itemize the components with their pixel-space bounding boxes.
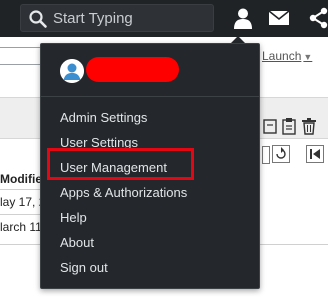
chevron-down-icon: ▼ xyxy=(303,52,313,62)
menu-item-help[interactable]: Help xyxy=(60,210,87,226)
menu-item-sign-out[interactable]: Sign out xyxy=(60,260,108,276)
search-box[interactable]: Start Typing xyxy=(20,4,214,32)
menu-item-apps-authorizations[interactable]: Apps & Authorizations xyxy=(60,185,187,201)
launch-link[interactable]: Launch ▼ xyxy=(262,49,312,63)
row-divider xyxy=(0,214,42,215)
top-bar: Start Typing xyxy=(0,0,328,37)
avatar-icon xyxy=(60,59,84,83)
menu-item-about[interactable]: About xyxy=(60,235,94,251)
avatar xyxy=(60,59,84,83)
share-icon[interactable] xyxy=(308,7,328,29)
user-dropdown-menu: Admin Settings User Settings User Manage… xyxy=(40,43,260,289)
background-input[interactable] xyxy=(0,47,42,65)
search-icon xyxy=(29,10,47,28)
clipboard-icon[interactable] xyxy=(281,117,297,135)
first-page-icon xyxy=(310,149,320,159)
trash-icon[interactable] xyxy=(301,117,317,135)
table-row[interactable]: larch 11, xyxy=(0,220,45,234)
search-placeholder[interactable]: Start Typing xyxy=(53,10,133,28)
redacted-username xyxy=(86,57,179,82)
page-number-input[interactable] xyxy=(262,146,270,164)
row-divider xyxy=(0,189,42,190)
highlight-box xyxy=(47,148,194,180)
refresh-icon xyxy=(276,147,286,159)
refresh-button[interactable] xyxy=(272,145,290,163)
menu-user-header xyxy=(41,44,259,97)
mail-icon[interactable] xyxy=(268,9,290,27)
menu-item-admin-settings[interactable]: Admin Settings xyxy=(60,110,147,126)
export-icon[interactable] xyxy=(262,117,278,135)
launch-link-label: Launch xyxy=(262,49,302,63)
table-row[interactable]: lay 17, 2 xyxy=(0,195,45,209)
user-icon[interactable] xyxy=(231,6,255,30)
first-page-button[interactable] xyxy=(306,145,324,163)
